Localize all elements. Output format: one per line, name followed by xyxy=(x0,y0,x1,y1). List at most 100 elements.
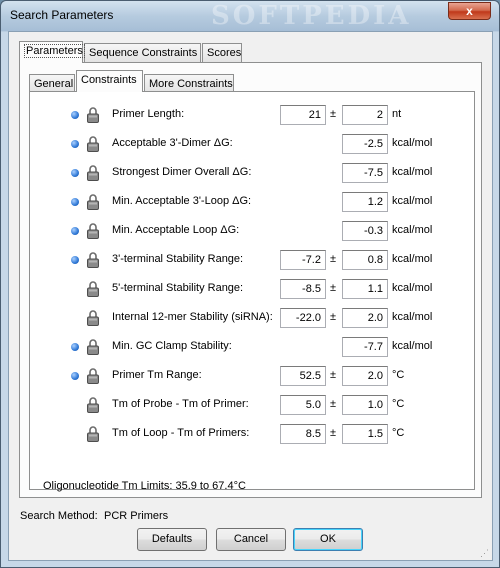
search-method-value: PCR Primers xyxy=(104,510,169,522)
plus-minus-sign: ± xyxy=(330,253,337,265)
constraint-tolerance-input[interactable] xyxy=(342,424,388,444)
expand-bullet-icon[interactable] xyxy=(71,256,79,264)
constraint-row: Acceptable 3'-Dimer ΔG: kcal/mol xyxy=(30,134,470,154)
constraint-tolerance-input[interactable] xyxy=(342,337,388,357)
constraint-label: Internal 12-mer Stability (siRNA): xyxy=(112,311,273,323)
constraint-label: 5'-terminal Stability Range: xyxy=(112,282,244,294)
constraint-row: Tm of Loop - Tm of Primers: ± °C xyxy=(30,424,470,444)
constraint-row: Internal 12-mer Stability (siRNA): ± kcal/… xyxy=(30,308,470,328)
constraint-row: 5'-terminal Stability Range: ± kcal/mol xyxy=(30,279,470,299)
constraint-label: 3'-terminal Stability Range: xyxy=(112,253,244,265)
resize-grip-icon[interactable]: ⋰ xyxy=(480,548,490,558)
tab-parameters[interactable]: Parameters xyxy=(19,41,85,63)
constraint-unit: nt xyxy=(392,108,402,120)
lock-icon[interactable] xyxy=(86,106,100,124)
title-bar[interactable]: Search Parameters SOFTPEDIA x xyxy=(1,1,499,31)
expand-bullet-icon[interactable] xyxy=(71,198,79,206)
cancel-button-label: Cancel xyxy=(233,533,269,545)
lock-icon[interactable] xyxy=(86,280,100,298)
constraints-panel: Primer Length: ± nt Acceptable 3'-Dimer ΔG:… xyxy=(29,91,475,490)
constraint-unit: °C xyxy=(392,369,405,381)
plus-minus-sign: ± xyxy=(330,108,337,120)
constraint-row: Primer Length: ± nt xyxy=(30,105,470,125)
constraint-row: Primer Tm Range: ± °C xyxy=(30,366,470,386)
expand-bullet-icon[interactable] xyxy=(71,372,79,380)
plus-minus-sign: ± xyxy=(330,369,337,381)
constraint-value-input[interactable] xyxy=(280,395,326,415)
expand-bullet-icon[interactable] xyxy=(71,140,79,148)
constraint-label: Tm of Probe - Tm of Primer: xyxy=(112,398,249,410)
constraint-tolerance-input[interactable] xyxy=(342,279,388,299)
constraint-unit: kcal/mol xyxy=(392,253,433,265)
constraint-unit: °C xyxy=(392,427,405,439)
constraint-tolerance-input[interactable] xyxy=(342,192,388,212)
lock-icon[interactable] xyxy=(86,222,100,240)
constraint-row: Tm of Probe - Tm of Primer: ± °C xyxy=(30,395,470,415)
lock-icon[interactable] xyxy=(86,338,100,356)
watermark: SOFTPEDIA xyxy=(211,1,412,31)
constraint-label: Min. GC Clamp Stability: xyxy=(112,340,232,352)
lock-icon[interactable] xyxy=(86,164,100,182)
plus-minus-sign: ± xyxy=(330,427,337,439)
expand-bullet-icon[interactable] xyxy=(71,343,79,351)
tab-general[interactable]: General xyxy=(29,74,75,92)
constraint-row: Min. Acceptable Loop ΔG: kcal/mol xyxy=(30,221,470,241)
expand-bullet-icon[interactable] xyxy=(71,169,79,177)
constraint-tolerance-input[interactable] xyxy=(342,134,388,154)
ok-button-label: OK xyxy=(320,533,336,545)
constraint-label: Acceptable 3'-Dimer ΔG: xyxy=(112,137,233,149)
constraint-label: Min. Acceptable 3'-Loop ΔG: xyxy=(112,195,252,207)
search-parameters-window: Search Parameters SOFTPEDIA x Parameters… xyxy=(0,0,500,568)
constraint-value-input[interactable] xyxy=(280,424,326,444)
constraint-row: Min. GC Clamp Stability: kcal/mol xyxy=(30,337,470,357)
search-method: Search Method: PCR Primers xyxy=(20,510,168,522)
cancel-button[interactable]: Cancel xyxy=(216,528,286,551)
constraint-label: Strongest Dimer Overall ΔG: xyxy=(112,166,252,178)
plus-minus-sign: ± xyxy=(330,311,337,323)
expand-bullet-icon[interactable] xyxy=(71,227,79,235)
close-button[interactable]: x xyxy=(448,2,491,20)
tab-more-constraints[interactable]: More Constraints xyxy=(144,74,234,92)
window-title: Search Parameters xyxy=(10,8,114,22)
plus-minus-sign: ± xyxy=(330,398,337,410)
constraint-row: 3'-terminal Stability Range: ± kcal/mol xyxy=(30,250,470,270)
lock-icon[interactable] xyxy=(86,135,100,153)
constraint-unit: kcal/mol xyxy=(392,224,433,236)
constraint-unit: kcal/mol xyxy=(392,282,433,294)
constraint-value-input[interactable] xyxy=(280,105,326,125)
expand-bullet-icon[interactable] xyxy=(71,111,79,119)
ok-button[interactable]: OK xyxy=(293,528,363,551)
constraint-value-input[interactable] xyxy=(280,308,326,328)
dialog-client: Parameters Sequence Constraints Scores G… xyxy=(8,31,493,561)
constraint-unit: kcal/mol xyxy=(392,166,433,178)
defaults-button[interactable]: Defaults xyxy=(137,528,207,551)
constraint-tolerance-input[interactable] xyxy=(342,250,388,270)
lock-icon[interactable] xyxy=(86,396,100,414)
constraint-label: Min. Acceptable Loop ΔG: xyxy=(112,224,240,236)
plus-minus-sign: ± xyxy=(330,282,337,294)
constraint-unit: kcal/mol xyxy=(392,195,433,207)
constraint-unit: kcal/mol xyxy=(392,137,433,149)
constraint-unit: kcal/mol xyxy=(392,340,433,352)
constraint-value-input[interactable] xyxy=(280,250,326,270)
constraint-label: Primer Tm Range: xyxy=(112,369,202,381)
constraint-tolerance-input[interactable] xyxy=(342,221,388,241)
close-icon: x xyxy=(466,4,473,18)
tab-sequence-constraints[interactable]: Sequence Constraints xyxy=(84,43,201,62)
lock-icon[interactable] xyxy=(86,425,100,443)
lock-icon[interactable] xyxy=(86,367,100,385)
constraint-tolerance-input[interactable] xyxy=(342,163,388,183)
constraint-row: Min. Acceptable 3'-Loop ΔG: kcal/mol xyxy=(30,192,470,212)
lock-icon[interactable] xyxy=(86,193,100,211)
constraint-row: Strongest Dimer Overall ΔG: kcal/mol xyxy=(30,163,470,183)
constraint-tolerance-input[interactable] xyxy=(342,105,388,125)
constraint-value-input[interactable] xyxy=(280,279,326,299)
constraint-tolerance-input[interactable] xyxy=(342,366,388,386)
tab-scores[interactable]: Scores xyxy=(202,43,242,62)
constraint-tolerance-input[interactable] xyxy=(342,395,388,415)
tab-constraints[interactable]: Constraints xyxy=(76,70,143,92)
lock-icon[interactable] xyxy=(86,309,100,327)
constraint-tolerance-input[interactable] xyxy=(342,308,388,328)
lock-icon[interactable] xyxy=(86,251,100,269)
constraint-value-input[interactable] xyxy=(280,366,326,386)
